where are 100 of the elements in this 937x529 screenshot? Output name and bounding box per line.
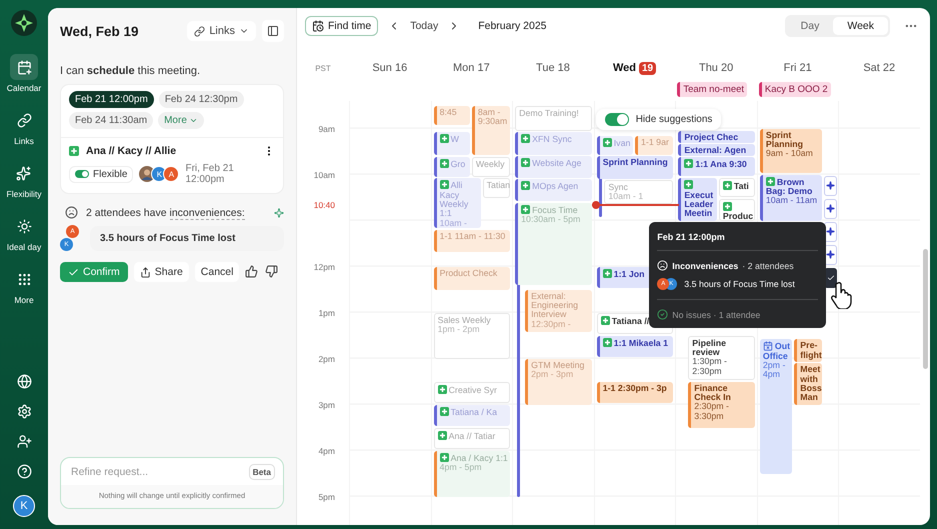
calendar-event[interactable]: 1:1 Mikaela 1 [596,336,674,358]
event-title: Produc [722,202,752,222]
event-title: Ivan [602,138,631,149]
calendar-event[interactable]: Brown Bag: Demo 10am - 11am [760,174,822,221]
calendar-event[interactable]: External: Agen [678,144,755,156]
hour-label: 1pm [318,308,335,318]
event-time: 9am - 10am [766,149,814,159]
tooltip-title: Feb 21 12:00pm [657,231,818,251]
event-title: GTM Meeting [531,360,586,370]
assistant-message: I can schedule this meeting. [60,65,202,77]
sparkles-icon [16,166,32,180]
calendar-event[interactable]: Project Chec [678,130,755,143]
calendar-event[interactable]: Finance Check In 2:30pm - 3:30pm [688,382,755,428]
hour-label: 5pm [318,492,335,502]
check-circle-icon [657,309,668,320]
time-slot-chip[interactable]: Feb 21 12:00pm [69,91,154,108]
all-day-event[interactable]: Kacy B OOO 2 [758,82,831,97]
day-name: Mon 17 [453,62,490,74]
event-title: 1-1 11am - 11:30 [440,232,506,242]
nav-item[interactable]: Links [10,107,38,146]
inconveniences-link[interactable]: inconveniences: [170,206,245,220]
sparkle-button[interactable] [824,198,838,219]
view-tab[interactable]: Week [833,16,888,34]
flexible-toggle[interactable]: Flexible [69,166,134,182]
event-title: Sprint Planning [766,130,804,150]
calendar-event[interactable]: Out Office 2pm - 4pm [760,339,792,474]
inconveniences-label: Inconveniences [672,260,738,270]
event-title: Focus Time [521,205,590,216]
time-slot-chip[interactable]: Feb 24 12:30pm [158,91,244,108]
calendar-icon [16,60,32,74]
link-icon [16,112,32,128]
event-title: Weekly [476,160,506,170]
nav-item[interactable]: Ideal day [6,213,42,252]
sad-face-icon [65,206,78,219]
month-label: February 2025 [478,20,548,32]
hide-suggestions-toggle[interactable]: Hide suggestions [596,109,722,130]
timezone-label: PST [315,64,331,72]
confirm-button[interactable]: Confirm [60,262,128,282]
app-logo[interactable] [11,10,37,36]
time-slot-chip[interactable]: Feb 24 11:30am [69,112,154,129]
event-title: XFN Sync [521,134,590,145]
calendar-event[interactable]: Pipeline review 1:30pm - 2:30pm [688,336,755,380]
sparkle-button[interactable] [824,176,838,196]
calendar-clock-icon [312,20,324,32]
links-button[interactable]: Links [187,21,256,41]
event-title: Sync [608,183,629,192]
event-title: Out Office [762,341,790,361]
calendar-event[interactable]: Produc [718,198,755,221]
hour-label: 9am [318,124,335,134]
share-icon [140,266,151,278]
check-icon [68,266,79,278]
calendar-event[interactable]: 1:1 Ana 9:30 [678,157,755,176]
event-time: 2pm - 4pm [762,360,786,380]
issue-detail: 3.5 hours of Focus Time lost [684,279,795,289]
meeting-time: Fri, Feb 21 12:00pm [185,163,235,185]
all-day-event[interactable]: Team no-meet [677,82,748,97]
calendar-event[interactable]: Meet with Boss Man [794,363,822,405]
calendar-event[interactable]: 1-1 2:30pm - 3p [596,382,674,404]
calendar-event[interactable]: Tati [718,178,755,197]
day-name: Sat 22 [863,62,896,74]
plus-icon [69,146,79,156]
today-button[interactable]: Today [410,20,438,32]
event-title: Tati [722,181,752,192]
today-badge: 19 [638,62,656,74]
event-title: Tatian [486,181,508,191]
day-name: Sun 16 [372,62,408,74]
event-title: W [440,134,468,144]
thumbs-down-icon[interactable] [265,265,280,279]
event-time: 1pm - 2pm [438,324,480,334]
view-tab[interactable]: Day [786,16,834,34]
calendar-event[interactable]: Execut Leader Meetin [678,178,717,221]
event-title: 1-1 2:30pm - 3p [602,384,668,393]
sad-face-icon [657,260,668,271]
attendee-count: · 2 attendees [742,260,794,270]
event-title: 8am - 9:30am [478,108,508,126]
link-icon [194,26,206,36]
nav-item[interactable]: More [10,266,38,305]
event-time: 1:30pm - 2:30pm [692,357,728,376]
find-time-button[interactable]: Find time [305,16,378,36]
nav-item[interactable]: Flexibility [6,160,42,199]
thumbs-up-icon[interactable] [245,265,260,279]
event-title: Brown Bag: Demo [766,176,814,196]
event-title: Website Age [521,158,590,168]
hour-label: 12pm [314,262,335,272]
event-title: Creative Syr [438,384,508,395]
scrollbar[interactable] [923,249,928,369]
calendar-event[interactable]: Pre-flight [794,339,822,362]
event-time: 4pm - 5pm [440,462,482,472]
user-avatar[interactable]: K [13,495,35,517]
event-title: Sprint Planning [602,158,669,168]
panel-toggle-icon[interactable] [262,20,284,42]
event-title: Sales Weekly [438,316,492,325]
current-time-label: 10:40 [314,200,335,210]
sparkle-icon [826,181,836,190]
share-button[interactable]: Share [134,262,189,282]
calendar-event[interactable]: Sprint Planning 9am - 10am [760,128,822,174]
calendar-event[interactable]: Sprint Planning [596,156,674,180]
hour-label: 2pm [318,354,335,364]
cancel-button[interactable]: Cancel [194,262,240,282]
more-chip[interactable]: More [158,112,204,129]
